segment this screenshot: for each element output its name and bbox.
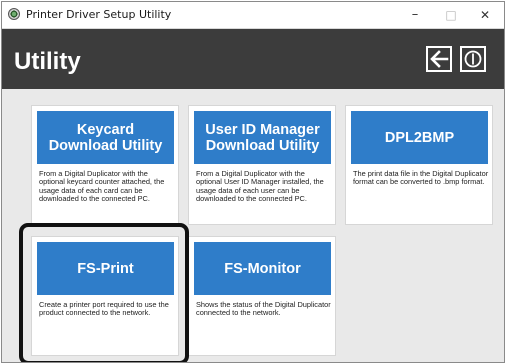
card-title: DPL2BMP: [351, 111, 488, 164]
window-title: Printer Driver Setup Utility: [26, 8, 172, 21]
page-title: Utility: [14, 48, 81, 75]
maximize-button[interactable]: □: [436, 2, 466, 28]
card-title: FS-Monitor: [194, 242, 331, 295]
minimize-button[interactable]: –: [400, 2, 430, 28]
card-user-id-manager-download-utility[interactable]: User ID Manager Download Utility From a …: [188, 105, 336, 225]
back-button[interactable]: [426, 46, 452, 72]
power-button[interactable]: [460, 46, 486, 72]
card-description: The print data file in the Digital Dupli…: [353, 169, 489, 187]
highlight-outline: [19, 223, 189, 362]
app-window: Printer Driver Setup Utility – □ ✕ Utili…: [1, 1, 505, 363]
arrow-left-icon: [430, 50, 449, 68]
header-bar: Utility: [2, 29, 504, 89]
card-dpl2bmp[interactable]: DPL2BMP The print data file in the Digit…: [345, 105, 493, 225]
app-icon: [8, 8, 20, 20]
power-icon: [464, 50, 482, 68]
card-description: From a Digital Duplicator with the optio…: [196, 169, 324, 204]
card-keycard-download-utility[interactable]: Keycard Download Utility From a Digital …: [31, 105, 179, 225]
card-description: Shows the status of the Digital Duplicat…: [196, 300, 331, 318]
card-description: From a Digital Duplicator with the optio…: [39, 169, 165, 204]
card-title: User ID Manager Download Utility: [194, 111, 331, 164]
card-fs-monitor[interactable]: FS-Monitor Shows the status of the Digit…: [188, 236, 336, 356]
title-bar[interactable]: Printer Driver Setup Utility – □ ✕: [2, 2, 504, 29]
card-title: Keycard Download Utility: [37, 111, 174, 164]
close-button[interactable]: ✕: [470, 2, 500, 28]
